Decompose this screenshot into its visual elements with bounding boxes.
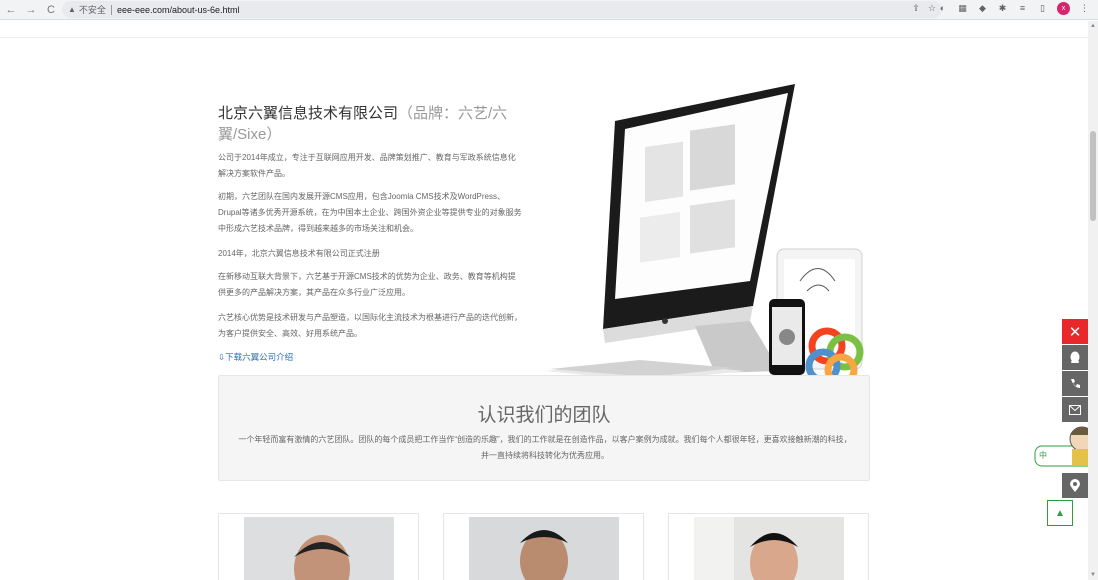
warning-icon[interactable]: ▲ <box>68 5 76 14</box>
imac-graphic <box>545 84 795 376</box>
menu-kebab-icon[interactable]: ⋮ <box>1079 3 1090 14</box>
extension-icon-2[interactable]: ▦ <box>957 3 968 14</box>
phone-icon[interactable] <box>1062 371 1088 396</box>
company-title: 北京六翼信息技术有限公司（品牌：六艺/六翼/Sixe） <box>218 103 508 145</box>
bookmark-star-icon[interactable]: ☆ <box>928 3 936 14</box>
location-pin-icon[interactable] <box>1062 473 1088 498</box>
team-title: 认识我们的团队 <box>477 405 611 426</box>
intro-paragraph-5: 六艺核心优势是技术研发与产品塑造，以国际化主流技术为根基进行产品的迭代创新，为客… <box>218 313 522 338</box>
intro-paragraph-1: 公司于2014年成立，专注于互联网应用开发、品牌策划推广、教育与军政系统信息化解… <box>218 153 516 178</box>
team-section: 认识我们的团队 一个年轻而富有激情的六艺团队。团队的每个成员把工作当作“创造的乐… <box>218 375 870 481</box>
address-bar[interactable]: ▲ 不安全 eee-eee.com/about-us-6e.html ⇪ ☆ <box>62 1 942 18</box>
svg-text:中: 中 <box>1039 450 1047 460</box>
url-text[interactable]: eee-eee.com/about-us-6e.html <box>117 5 240 15</box>
team-description-line-1: 一个年轻而富有激情的六艺团队。团队的每个成员把工作当作“创造的乐趣”，我们的工作… <box>238 435 852 444</box>
team-member-card[interactable] <box>443 513 644 580</box>
phone-graphic <box>769 299 805 375</box>
scrollbar-thumb[interactable] <box>1090 131 1096 221</box>
puzzle-icon[interactable]: ✱ <box>997 3 1008 14</box>
download-link[interactable]: ⇩下载六翼公司介绍 <box>218 351 293 363</box>
qq-icon[interactable] <box>1062 345 1088 370</box>
intro-paragraph-2: 初期，六艺团队在国内发展开源CMS应用，包含Joomla CMS技术及WordP… <box>218 192 522 233</box>
address-separator <box>110 4 112 15</box>
extension-icon-1[interactable]: ◐ <box>937 3 948 14</box>
devices-illustration <box>545 84 864 376</box>
browser-toolbar: ← → C ▲ 不安全 eee-eee.com/about-us-6e.html… <box>0 0 1098 20</box>
team-member-photo <box>694 517 844 580</box>
back-to-top-button[interactable]: ▲ <box>1047 500 1073 526</box>
download-label: 下载六翼公司介绍 <box>225 352 294 362</box>
page-scrollbar[interactable]: ▲ ▼ <box>1088 21 1098 580</box>
share-icon[interactable]: ⇪ <box>912 3 920 14</box>
intro-paragraph-3: 2014年，北京六翼信息技术有限公司正式注册 <box>218 249 380 258</box>
floating-contact-bar: ✕ <box>1062 319 1088 499</box>
insecure-label[interactable]: 不安全 <box>79 3 106 16</box>
close-icon[interactable]: ✕ <box>1062 319 1088 344</box>
team-description-line-2: 并一直持续将科技转化为优秀应用。 <box>481 451 609 460</box>
back-icon[interactable]: ← <box>2 1 20 19</box>
intro-paragraph-4: 在新移动互联大背景下，六艺基于开源CMS技术的优势为企业、政务、教育等机构提供更… <box>218 272 516 297</box>
header-divider <box>0 37 1088 38</box>
team-description: 一个年轻而富有激情的六艺团队。团队的每个成员把工作当作“创造的乐趣”，我们的工作… <box>229 432 861 464</box>
team-member-photo <box>469 517 619 580</box>
reload-icon[interactable]: C <box>42 1 60 19</box>
page-content: 北京六翼信息技术有限公司（品牌：六艺/六翼/Sixe） 公司于2014年成立，专… <box>0 21 1088 580</box>
team-member-photo <box>244 517 394 580</box>
company-name: 北京六翼信息技术有限公司 <box>218 105 399 122</box>
forward-icon[interactable]: → <box>22 1 40 19</box>
scroll-down-icon[interactable]: ▼ <box>1090 572 1096 578</box>
side-panel-icon[interactable]: ▯ <box>1037 3 1048 14</box>
profile-avatar[interactable]: x <box>1057 2 1070 15</box>
reading-list-icon[interactable]: ≡ <box>1017 3 1028 14</box>
extension-icon-3[interactable]: ◆ <box>977 3 988 14</box>
scroll-up-icon[interactable]: ▲ <box>1090 23 1096 29</box>
team-member-card[interactable] <box>668 513 869 580</box>
team-member-card[interactable] <box>218 513 419 580</box>
